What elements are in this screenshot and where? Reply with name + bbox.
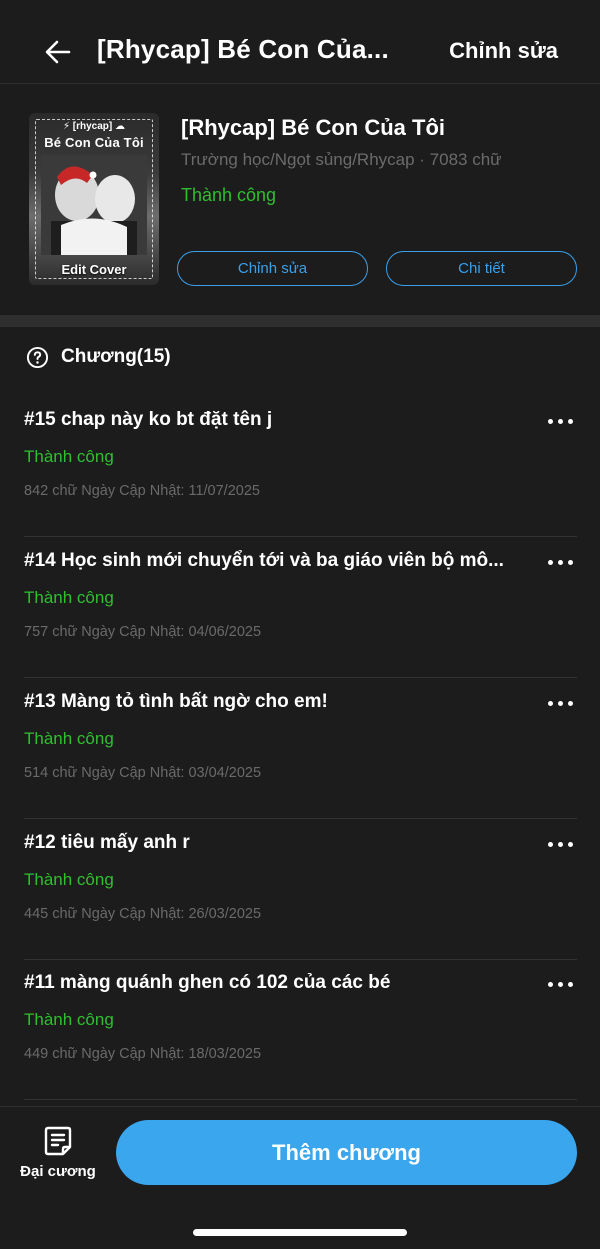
chapter-title: #11 màng quánh ghen có 102 của các bé xyxy=(24,972,391,993)
chapter-title: #12 tiêu mấy anh r xyxy=(24,832,190,853)
story-meta: Trường học/Ngọt sủng/Rhycap · 7083 chữ xyxy=(181,150,502,169)
edit-story-button[interactable]: Chỉnh sửa xyxy=(177,251,368,286)
chapters-header: Chương(15) xyxy=(26,344,171,370)
story-detail-button[interactable]: Chi tiết xyxy=(386,251,577,286)
story-status: Thành công xyxy=(181,185,277,205)
arrow-left-icon xyxy=(45,40,71,64)
outline-label: Đại cương xyxy=(20,1163,96,1180)
page-title: [Rhycap] Bé Con Của... xyxy=(97,34,389,64)
more-options-icon[interactable] xyxy=(543,832,577,856)
chapter-meta: 445 chữ Ngày Cập Nhật: 26/03/2025 xyxy=(24,906,262,922)
more-options-icon[interactable] xyxy=(543,972,577,996)
cover-tag-text: ⚡ [rhycap] ☁ xyxy=(62,121,126,132)
chapter-row[interactable]: #15 chap này ko bt đặt tên j Thành công … xyxy=(24,397,577,537)
chapter-meta: 514 chữ Ngày Cập Nhật: 03/04/2025 xyxy=(24,765,262,781)
top-nav-bar: [Rhycap] Bé Con Của... Chỉnh sửa xyxy=(0,0,600,84)
chapter-status: Thành công xyxy=(24,447,114,466)
question-circle-icon[interactable] xyxy=(26,346,49,369)
chapter-title: #13 Màng tỏ tình bất ngờ cho em! xyxy=(24,691,328,712)
document-icon xyxy=(44,1126,72,1156)
add-chapter-button[interactable]: Thêm chương xyxy=(116,1120,577,1185)
section-divider xyxy=(0,315,600,327)
home-indicator[interactable] xyxy=(193,1229,407,1236)
chapter-meta: 449 chữ Ngày Cập Nhật: 18/03/2025 xyxy=(24,1046,262,1062)
chapter-status: Thành công xyxy=(24,1010,114,1029)
chapter-row[interactable]: #13 Màng tỏ tình bất ngờ cho em! Thành c… xyxy=(24,679,577,819)
chapter-meta: 842 chữ Ngày Cập Nhật: 11/07/2025 xyxy=(24,483,260,499)
story-cover[interactable]: ⚡ [rhycap] ☁ Bé Con Của Tôi Edit Cover xyxy=(29,113,159,285)
bottom-action-bar: Đại cương Thêm chương xyxy=(0,1106,600,1249)
more-options-icon[interactable] xyxy=(543,550,577,574)
story-summary-card: ⚡ [rhycap] ☁ Bé Con Của Tôi Edit Cover [… xyxy=(0,85,600,315)
outline-button[interactable]: Đại cương xyxy=(18,1125,98,1185)
chapter-status: Thành công xyxy=(24,870,114,889)
chapter-row[interactable]: #12 tiêu mấy anh r Thành công 445 chữ Ng… xyxy=(24,820,577,960)
cover-title-text: Bé Con Của Tôi xyxy=(44,135,144,150)
chapter-title: #15 chap này ko bt đặt tên j xyxy=(24,409,273,430)
chapter-meta: 757 chữ Ngày Cập Nhật: 04/06/2025 xyxy=(24,624,262,640)
more-options-icon[interactable] xyxy=(543,691,577,715)
edit-story-link[interactable]: Chỉnh sửa xyxy=(449,38,558,64)
more-options-icon[interactable] xyxy=(543,409,577,433)
story-title: [Rhycap] Bé Con Của Tôi xyxy=(181,115,446,140)
chapters-count-label: Chương(15) xyxy=(61,346,171,367)
chapter-row[interactable]: #14 Học sinh mới chuyển tới và ba giáo v… xyxy=(24,538,577,678)
back-button[interactable] xyxy=(38,32,78,72)
chapter-status: Thành công xyxy=(24,729,114,748)
chapter-title: #14 Học sinh mới chuyển tới và ba giáo v… xyxy=(24,550,504,571)
edit-cover-label[interactable]: Edit Cover xyxy=(29,262,159,277)
chapter-status: Thành công xyxy=(24,588,114,607)
chapter-row[interactable]: #11 màng quánh ghen có 102 của các bé Th… xyxy=(24,960,577,1100)
